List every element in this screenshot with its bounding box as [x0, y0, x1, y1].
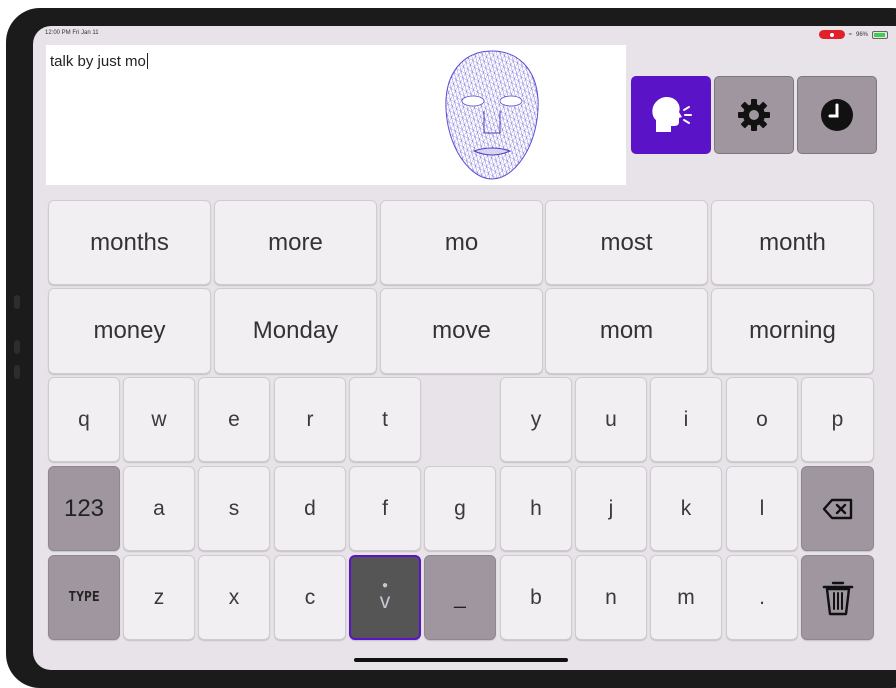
history-button[interactable] [797, 76, 877, 154]
suggestion-word[interactable]: more [214, 200, 377, 285]
face-mesh-icon [445, 50, 539, 180]
suggestion-word[interactable]: months [48, 200, 211, 285]
key-x[interactable]: x [198, 555, 270, 640]
space-key[interactable]: _ [424, 555, 496, 640]
speaking-head-icon [652, 97, 692, 132]
key-u[interactable]: u [575, 377, 647, 462]
key-a[interactable]: a [123, 466, 195, 551]
backspace-key[interactable] [801, 466, 874, 551]
key-m[interactable]: m [650, 555, 722, 640]
suggestion-word[interactable]: mo [380, 200, 543, 285]
suggestion-word[interactable]: money [48, 288, 211, 374]
type-key[interactable]: TYPE [48, 555, 120, 640]
status-bar: 12:00 PM Fri Jan 11 ≈ 96% [45, 30, 888, 40]
trash-icon [822, 581, 853, 615]
key-period[interactable]: . [726, 555, 798, 640]
home-indicator[interactable] [354, 658, 568, 662]
key-r[interactable]: r [274, 377, 346, 462]
key-l[interactable]: l [726, 466, 798, 551]
message-text: talk by just mo [50, 53, 146, 70]
key-q[interactable]: q [48, 377, 120, 462]
gear-icon [738, 99, 770, 131]
key-g[interactable]: g [424, 466, 496, 551]
key-k[interactable]: k [650, 466, 722, 551]
backspace-icon [822, 498, 852, 519]
status-time: 12:00 PM Fri Jan 11 [45, 30, 99, 36]
key-d[interactable]: d [274, 466, 346, 551]
key-o[interactable]: o [726, 377, 798, 462]
key-v-selected[interactable]: ● v [349, 555, 421, 640]
battery-percent: 96% [855, 31, 868, 38]
numbers-key[interactable]: 123 [48, 466, 120, 551]
suggestion-word[interactable]: most [545, 200, 708, 285]
side-button [14, 365, 20, 379]
text-cursor [146, 53, 148, 69]
suggestion-word[interactable]: Monday [214, 288, 377, 374]
settings-button[interactable] [714, 76, 794, 154]
key-v-label: v [379, 589, 391, 613]
key-p[interactable]: p [801, 377, 874, 462]
suggestion-word[interactable]: mom [545, 288, 708, 374]
key-f[interactable]: f [349, 466, 421, 551]
key-w[interactable]: w [123, 377, 195, 462]
key-z[interactable]: z [123, 555, 195, 640]
key-s[interactable]: s [198, 466, 270, 551]
clock-icon [821, 99, 853, 131]
speak-button[interactable] [631, 76, 711, 154]
wifi-icon: ≈ [848, 31, 852, 38]
suggestion-word[interactable]: morning [711, 288, 874, 374]
key-c[interactable]: c [274, 555, 346, 640]
recording-indicator [818, 30, 845, 39]
battery-icon [872, 30, 888, 39]
key-n[interactable]: n [575, 555, 647, 640]
side-button [14, 340, 20, 354]
key-y[interactable]: y [500, 377, 572, 462]
key-i[interactable]: i [650, 377, 722, 462]
side-button [14, 295, 20, 309]
gaze-dot: ● [381, 579, 389, 591]
app-screen: 12:00 PM Fri Jan 11 ≈ 96% talk by just m… [33, 26, 896, 670]
suggestion-word[interactable]: move [380, 288, 543, 374]
key-e[interactable]: e [198, 377, 270, 462]
key-h[interactable]: h [500, 466, 572, 551]
message-input[interactable]: talk by just mo [46, 45, 626, 185]
suggestion-word[interactable]: month [711, 200, 874, 285]
key-b[interactable]: b [500, 555, 572, 640]
key-j[interactable]: j [575, 466, 647, 551]
clear-key[interactable] [801, 555, 874, 640]
key-t[interactable]: t [349, 377, 421, 462]
